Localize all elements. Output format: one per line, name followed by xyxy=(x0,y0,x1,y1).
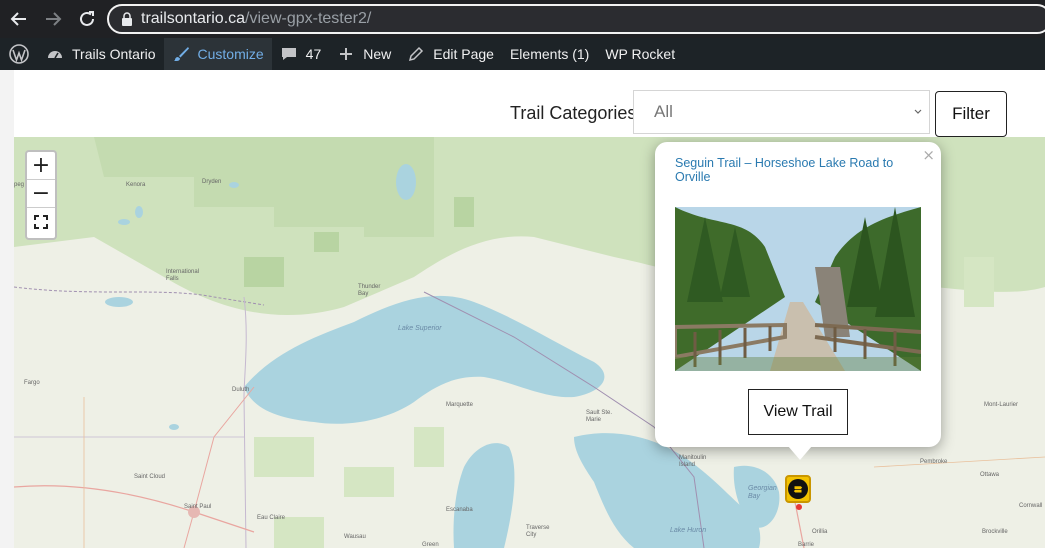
address-bar[interactable]: trailsontario.ca/view-gpx-tester2/ xyxy=(107,4,1045,34)
wordpress-logo-button[interactable] xyxy=(0,38,38,70)
selected-category: All xyxy=(654,102,673,121)
back-button[interactable] xyxy=(4,4,34,34)
fullscreen-button[interactable] xyxy=(27,208,55,236)
wp-rocket-button[interactable]: WP Rocket xyxy=(597,38,683,70)
filter-bar: Trail Categories All Filter xyxy=(14,70,1045,138)
reload-icon xyxy=(80,11,94,26)
map-label-wausau: Wausau xyxy=(344,534,366,540)
new-label: New xyxy=(363,46,392,62)
elements-button[interactable]: Elements (1) xyxy=(502,38,597,70)
map-label-dryden: Dryden xyxy=(202,179,222,185)
new-content-button[interactable]: New xyxy=(329,38,399,70)
plus-icon xyxy=(340,48,353,60)
trail-photo xyxy=(675,207,921,371)
comments-button[interactable]: 47 xyxy=(272,38,330,70)
comments-count: 47 xyxy=(305,46,322,62)
signpost-icon xyxy=(788,479,808,499)
map-label-thunder-bay: Thunder Bay xyxy=(358,284,381,297)
map-label-orillia: Orillia xyxy=(812,529,828,535)
map-label-marquette: Marquette xyxy=(446,402,474,408)
site-name-menu[interactable]: Trails Ontario xyxy=(38,38,164,70)
map-label-pembroke: Pembroke xyxy=(920,459,948,465)
map-label-fargo: Fargo xyxy=(24,380,40,386)
trail-popup: × Seguin Trail – Horseshoe Lake Road to … xyxy=(655,142,941,447)
map-label-sault: Sault Ste. Marie xyxy=(586,410,613,423)
wordpress-icon xyxy=(9,44,29,64)
dashboard-icon xyxy=(48,51,62,59)
map-label-international-falls: International Falls xyxy=(166,269,200,282)
map-label-manitoulin: Manitoulin Island xyxy=(679,455,707,468)
comment-icon xyxy=(281,48,296,60)
edit-page-label: Edit Page xyxy=(433,46,494,62)
map-label-brockville: Brockville xyxy=(982,529,1008,535)
map-label-mont-laurier: Mont-Laurier xyxy=(984,402,1019,408)
map-label-traverse-city: Traverse City xyxy=(526,525,550,538)
brush-icon xyxy=(173,47,189,61)
customize-label: Customize xyxy=(197,46,264,62)
map-label-eau-claire: Eau Claire xyxy=(257,515,286,521)
map-label-duluth: Duluth xyxy=(232,387,250,393)
map-label-green-bay: Green xyxy=(422,542,439,548)
wp-rocket-label: WP Rocket xyxy=(605,46,676,62)
map-label-georgian-bay: Georgian Bay xyxy=(748,485,777,500)
reload-button[interactable] xyxy=(72,4,102,34)
map-label-saint-cloud: Saint Cloud xyxy=(134,474,166,480)
view-trail-button[interactable]: View Trail xyxy=(748,389,848,435)
arrow-left-icon xyxy=(10,12,26,26)
trail-categories-select[interactable]: All xyxy=(633,90,930,134)
trail-categories-label: Trail Categories xyxy=(510,103,637,123)
trail-marker[interactable] xyxy=(785,475,811,503)
page-content: Trail Categories All Filter Kenora Dryde… xyxy=(14,70,1045,548)
fullscreen-icon xyxy=(34,215,48,229)
popup-tip xyxy=(788,446,812,460)
zoom-control: + − xyxy=(25,150,57,240)
map-label-lake-superior: Lake Superior xyxy=(398,325,442,332)
chevron-down-icon xyxy=(914,109,922,114)
map-label-kenora: Kenora xyxy=(126,182,146,188)
map-label-cornwall: Cornwall xyxy=(1019,503,1043,509)
edit-page-button[interactable]: Edit Page xyxy=(399,38,502,70)
lock-icon xyxy=(122,12,132,26)
trail-map[interactable]: Kenora Dryden International Falls Thunde… xyxy=(14,137,1045,548)
forward-button[interactable] xyxy=(38,4,68,34)
site-name-label: Trails Ontario xyxy=(72,46,156,62)
url-host: trailsontario.ca xyxy=(141,10,246,27)
url-path: /view-gpx-tester2/ xyxy=(245,10,372,27)
elements-label: Elements (1) xyxy=(509,46,590,62)
marker-location-dot xyxy=(796,504,802,510)
zoom-in-button[interactable]: + xyxy=(27,152,55,180)
customize-button[interactable]: Customize xyxy=(163,38,272,70)
map-label-ottawa: Ottawa xyxy=(980,472,1000,478)
wp-admin-bar: Trails Ontario Customize 47 New Edit Pag… xyxy=(0,38,1045,70)
map-label-lake-huron: Lake Huron xyxy=(670,527,707,534)
browser-toolbar: trailsontario.ca/view-gpx-tester2/ xyxy=(0,0,1045,38)
map-label-peg: peg xyxy=(14,182,25,188)
zoom-out-button[interactable]: − xyxy=(27,180,55,208)
map-label-saint-paul: Saint Paul xyxy=(184,504,212,510)
pencil-icon xyxy=(409,46,424,62)
map-label-barrie: Barrie xyxy=(798,542,815,548)
filter-button[interactable]: Filter xyxy=(935,91,1007,137)
arrow-right-icon xyxy=(46,12,62,26)
map-label-escanaba: Escanaba xyxy=(446,507,473,513)
popup-trail-title-link[interactable]: Seguin Trail – Horseshoe Lake Road to Or… xyxy=(675,156,927,184)
page-gutter xyxy=(0,70,14,548)
